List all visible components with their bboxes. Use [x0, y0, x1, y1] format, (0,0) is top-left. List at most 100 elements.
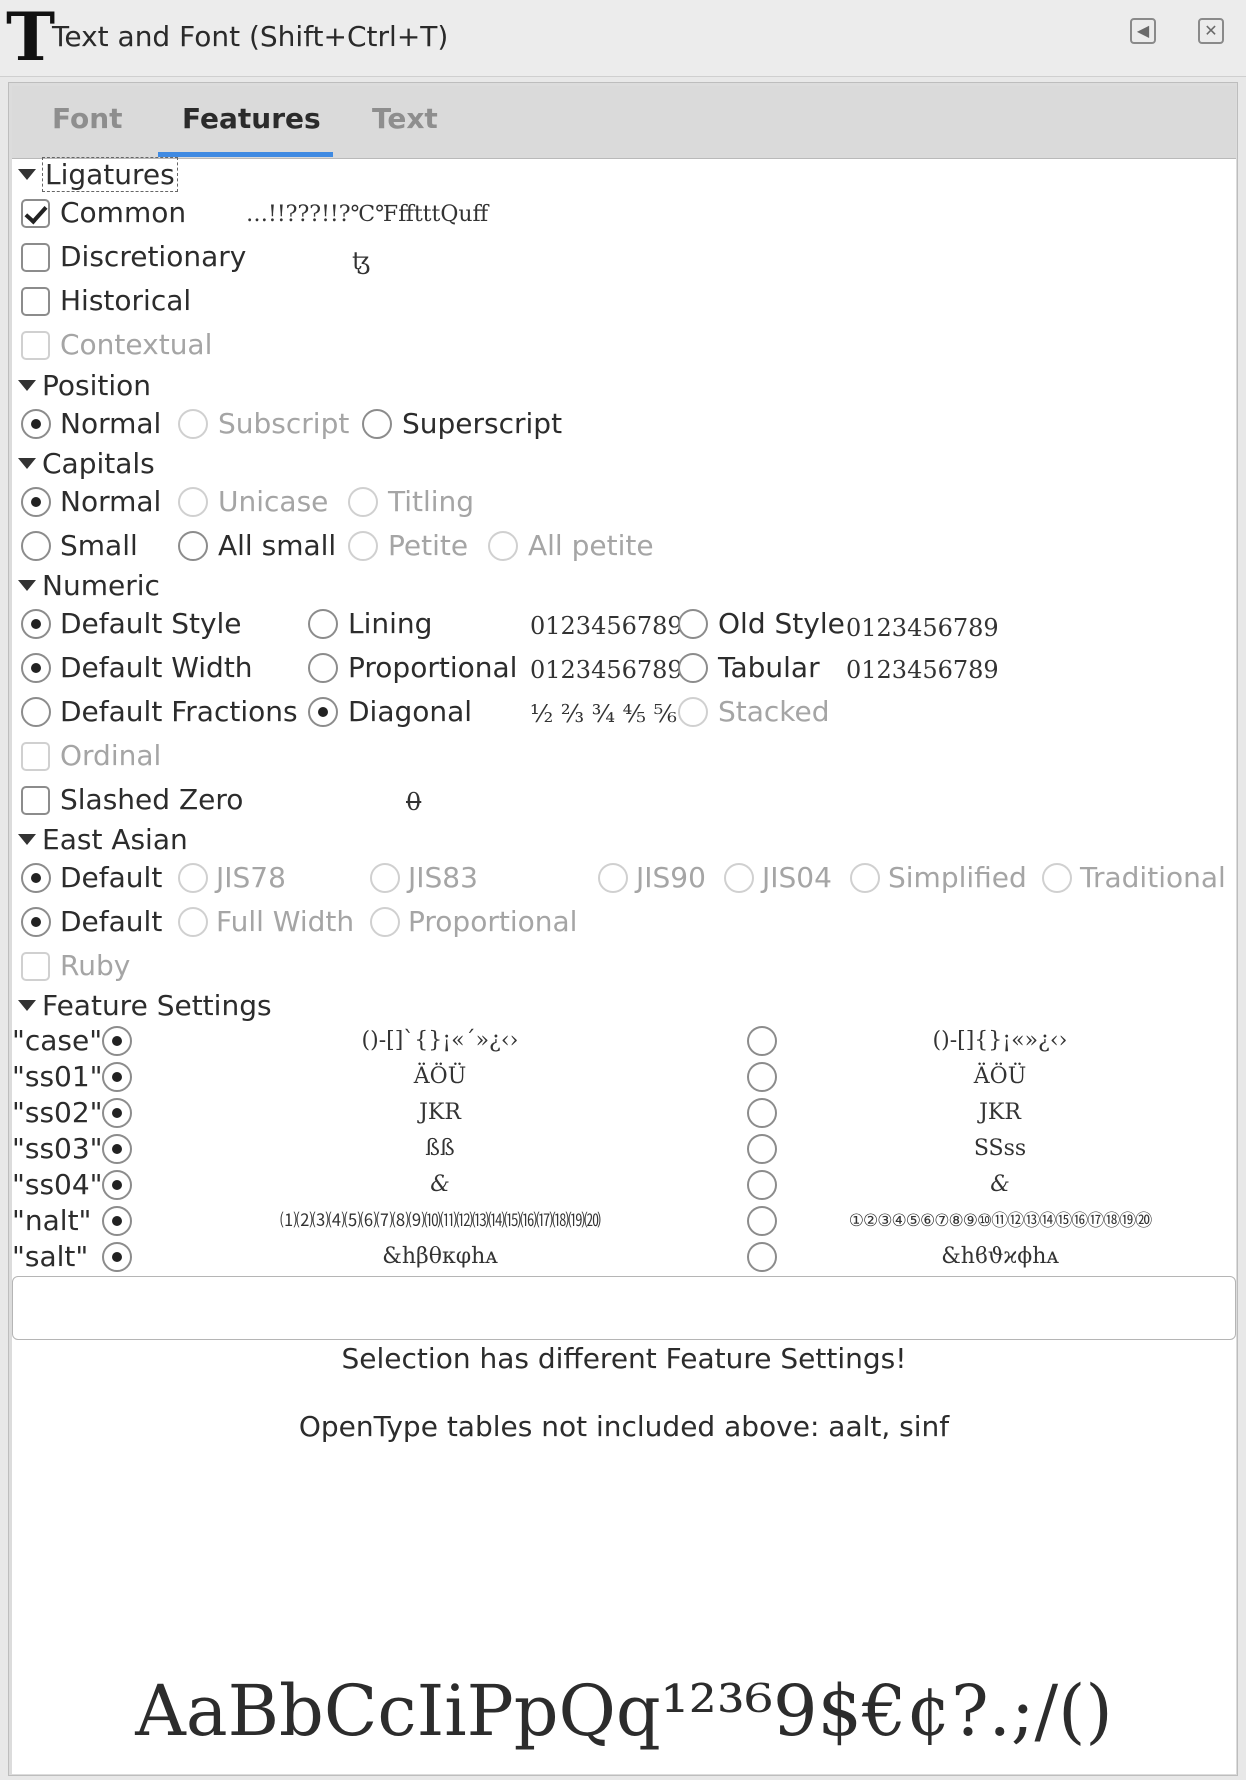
different-settings-message: Selection has different Feature Settings… [341, 1342, 907, 1375]
jis90-label: JIS90 [636, 861, 706, 894]
feature-off-sample: &hϐϑϰϕhᴀ [941, 1244, 1059, 1269]
numeric-default-width-radio[interactable] [21, 653, 51, 683]
feature-on-radio[interactable] [102, 1026, 132, 1056]
jis78-radio[interactable] [178, 863, 208, 893]
position-header: Position [42, 369, 152, 402]
feature-off-sample: & [990, 1172, 1010, 1197]
numeric-default-fractions-label: Default Fractions [60, 695, 298, 728]
capitals-normal-radio[interactable] [21, 487, 51, 517]
feature-on-radio[interactable] [102, 1206, 132, 1236]
capitals-all-petite-radio[interactable] [488, 531, 518, 561]
feature-off-radio[interactable] [747, 1242, 777, 1272]
capitals-expander[interactable]: Capitals [18, 447, 155, 481]
full-width-radio[interactable] [178, 907, 208, 937]
feature-on-radio[interactable] [102, 1062, 132, 1092]
ruby-label: Ruby [60, 949, 131, 982]
simplified-radio[interactable] [850, 863, 880, 893]
numeric-diagonal-sample: ½ ⅔ ¾ ⅘ ⅚ [530, 700, 677, 728]
close-icon[interactable]: ✕ [1198, 18, 1224, 44]
numeric-default-fractions-radio[interactable] [21, 697, 51, 727]
east-asian-header: East Asian [42, 823, 188, 856]
discretionary-ligatures-checkbox[interactable] [21, 243, 50, 272]
jis83-radio[interactable] [370, 863, 400, 893]
feature-tag: "nalt" [12, 1204, 92, 1237]
numeric-lining-radio[interactable] [308, 609, 338, 639]
numeric-old-style-radio[interactable] [678, 609, 708, 639]
capitals-titling-radio[interactable] [348, 487, 378, 517]
numeric-stacked-radio[interactable] [678, 697, 708, 727]
numeric-old-style-sample: 0123456789 [846, 614, 999, 642]
feature-on-radio[interactable] [102, 1170, 132, 1200]
ordinal-label: Ordinal [60, 739, 162, 772]
numeric-default-style-label: Default Style [60, 607, 242, 640]
dock-icon[interactable]: ◀ [1130, 18, 1156, 44]
jis04-radio[interactable] [724, 863, 754, 893]
feature-on-sample: ()-[]`{}¡«´»¿‹› [361, 1028, 519, 1053]
position-normal-radio[interactable] [21, 409, 51, 439]
capitals-small-label: Small [60, 529, 138, 562]
feature-off-radio[interactable] [747, 1026, 777, 1056]
feature-on-radio[interactable] [102, 1134, 132, 1164]
east-asian-proportional-radio[interactable] [370, 907, 400, 937]
numeric-expander[interactable]: Numeric [18, 569, 160, 603]
numeric-proportional-radio[interactable] [308, 653, 338, 683]
discretionary-ligatures-label: Discretionary [60, 240, 247, 273]
east-asian-expander[interactable]: East Asian [18, 823, 188, 857]
font-preview: AaBbCcIiPpQq¹²³⁶9$€¢?.;/() [135, 1670, 1113, 1752]
capitals-unicase-label: Unicase [218, 485, 329, 518]
feature-off-radio[interactable] [747, 1170, 777, 1200]
position-subscript-radio[interactable] [178, 409, 208, 439]
common-ligatures-label: Common [60, 196, 187, 229]
historical-ligatures-checkbox[interactable] [21, 287, 50, 316]
feature-tag: "salt" [12, 1240, 89, 1273]
ordinal-checkbox[interactable] [21, 742, 50, 771]
capitals-small-radio[interactable] [21, 531, 51, 561]
east-asian-width-default-radio[interactable] [21, 907, 51, 937]
jis04-label: JIS04 [762, 861, 832, 894]
feature-off-radio[interactable] [747, 1062, 777, 1092]
feature-on-radio[interactable] [102, 1242, 132, 1272]
tab-font[interactable]: Font [52, 102, 123, 135]
feature-settings-input[interactable] [12, 1276, 1236, 1340]
feature-tag: "ss02" [12, 1096, 103, 1129]
feature-off-radio[interactable] [747, 1098, 777, 1128]
traditional-label: Traditional [1080, 861, 1226, 894]
ligatures-expander[interactable]: Ligatures [18, 157, 178, 192]
numeric-diagonal-radio[interactable] [308, 697, 338, 727]
feature-settings-expander[interactable]: Feature Settings [18, 989, 272, 1023]
tab-features[interactable]: Features [182, 102, 321, 135]
window-title: Text and Font (Shift+Ctrl+T) [52, 20, 449, 53]
feature-on-radio[interactable] [102, 1098, 132, 1128]
jis83-label: JIS83 [408, 861, 478, 894]
position-superscript-radio[interactable] [362, 409, 392, 439]
numeric-tabular-radio[interactable] [678, 653, 708, 683]
slashed-zero-checkbox[interactable] [21, 786, 50, 815]
capitals-all-small-radio[interactable] [178, 531, 208, 561]
numeric-proportional-label: Proportional [348, 651, 518, 684]
capitals-petite-radio[interactable] [348, 531, 378, 561]
numeric-old-style-label: Old Style [718, 607, 845, 640]
east-asian-variant-default-radio[interactable] [21, 863, 51, 893]
capitals-petite-label: Petite [388, 529, 469, 562]
numeric-header: Numeric [42, 569, 160, 602]
jis90-radio[interactable] [598, 863, 628, 893]
capitals-titling-label: Titling [388, 485, 475, 518]
feature-off-radio[interactable] [747, 1134, 777, 1164]
common-ligatures-checkbox[interactable] [21, 199, 50, 228]
numeric-default-width-label: Default Width [60, 651, 253, 684]
ruby-checkbox[interactable] [21, 952, 50, 981]
numeric-proportional-sample: 0123456789 [530, 656, 683, 684]
feature-on-sample: ÄÖÜ [413, 1064, 467, 1089]
common-ligatures-sample: …!!???!!?℃℉fftttQuff [246, 202, 489, 227]
feature-tag: "ss03" [12, 1132, 103, 1165]
position-superscript-label: Superscript [402, 407, 563, 440]
tab-text[interactable]: Text [372, 102, 438, 135]
feature-off-radio[interactable] [747, 1206, 777, 1236]
slashed-zero-sample: 0 [406, 788, 422, 816]
contextual-ligatures-checkbox[interactable] [21, 331, 50, 360]
capitals-unicase-radio[interactable] [178, 487, 208, 517]
historical-ligatures-label: Historical [60, 284, 192, 317]
traditional-radio[interactable] [1042, 863, 1072, 893]
position-expander[interactable]: Position [18, 369, 151, 403]
numeric-default-style-radio[interactable] [21, 609, 51, 639]
